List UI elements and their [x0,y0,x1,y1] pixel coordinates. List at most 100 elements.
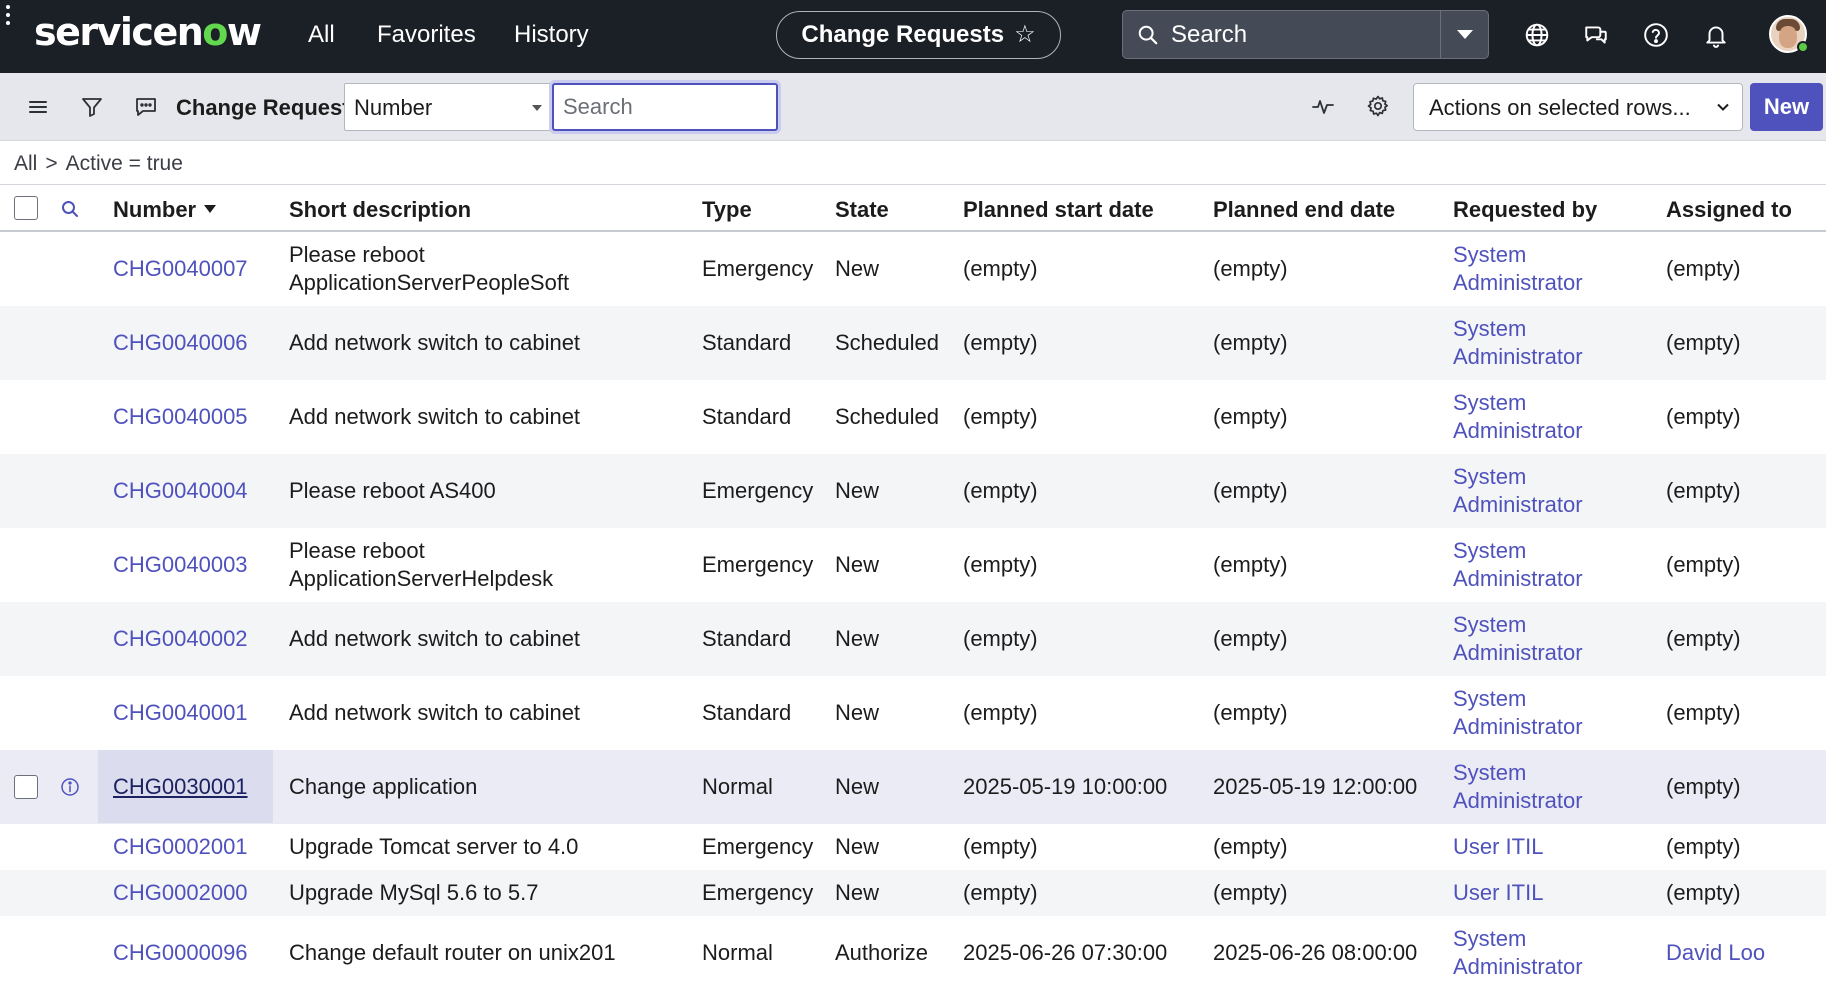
record-number-link[interactable]: CHG0000096 [113,939,248,967]
requested-by-link-line-2[interactable]: Administrator [1453,787,1583,815]
gear-icon[interactable] [1366,94,1390,118]
record-number-link[interactable]: CHG0040007 [113,255,248,283]
chat-icon[interactable] [1583,22,1609,48]
actions-select-value: Actions on selected rows... [1429,95,1691,120]
table-row[interactable]: CHG0040001 Add network switch to cabinet… [0,676,1826,750]
record-number-link[interactable]: CHG0040003 [113,551,248,579]
requested-by-link-line-2[interactable]: Administrator [1453,343,1583,371]
comment-icon[interactable] [134,95,158,119]
requested-by-link[interactable]: System [1453,925,1526,953]
context-title: Change Requests [801,21,1005,48]
requested-by-link[interactable]: System [1453,759,1526,787]
record-number-link[interactable]: CHG0040004 [113,477,248,505]
assigned-to-cell: (empty) [1666,552,1741,577]
table-row[interactable]: CHG0040003 Please reboot ApplicationServ… [0,528,1826,602]
requested-by-link[interactable]: System [1453,463,1526,491]
table-row[interactable]: CHG0040005 Add network switch to cabinet… [0,380,1826,454]
requested-by-link-line-2[interactable]: Administrator [1453,491,1583,519]
requested-by-link[interactable]: System [1453,611,1526,639]
column-header-short-description[interactable]: Short description [289,197,471,223]
nav-all[interactable]: All [308,20,335,50]
search-scope-dropdown[interactable] [1440,10,1489,59]
record-number-link[interactable]: CHG0040006 [113,329,248,357]
filter-icon[interactable] [80,95,104,119]
short-description: Add network switch to cabinet [289,404,581,429]
servicenow-logo[interactable]: servicenow [34,12,262,52]
table-row[interactable]: CHG0002000 Upgrade MySql 5.6 to 5.7 Emer… [0,870,1826,916]
more-menu-icon[interactable] [0,0,16,30]
record-number-link[interactable]: CHG0002000 [113,879,248,907]
breadcrumb-condition[interactable]: Active = true [66,151,183,177]
short-description: Change default router on unix201 [289,940,616,965]
nav-favorites[interactable]: Favorites [377,20,476,50]
activity-pulse-icon[interactable] [1311,94,1335,118]
table-row[interactable]: CHG0040006 Add network switch to cabinet… [0,306,1826,380]
column-search-icon[interactable] [60,199,80,219]
favorite-star-icon[interactable]: ☆ [1014,23,1036,47]
column-header-state[interactable]: State [835,197,889,223]
requested-by-link-line-2[interactable]: Administrator [1453,417,1583,445]
breadcrumb-all[interactable]: All [14,151,37,177]
requested-by-link-line-2[interactable]: Administrator [1453,953,1583,981]
column-header-type[interactable]: Type [702,197,752,223]
new-button[interactable]: New [1750,83,1823,131]
row-select-checkbox[interactable] [14,775,38,799]
column-header-planned-start-date[interactable]: Planned start date [963,197,1154,223]
table-row[interactable]: CHG0040002 Add network switch to cabinet… [0,602,1826,676]
record-number-link[interactable]: CHG0030001 [113,773,248,801]
search-icon [1138,25,1158,44]
list-search-input[interactable] [552,83,778,131]
change-requests-table: Number Short description Type State Plan… [0,185,1826,990]
requested-by-link[interactable]: System [1453,685,1526,713]
record-number-link[interactable]: CHG0040005 [113,403,248,431]
chevron-down-icon [1717,103,1729,111]
record-number-link[interactable]: CHG0040001 [113,699,248,727]
assigned-to-cell: (empty) [1666,330,1741,355]
breadcrumb: All > Active = true [14,151,183,177]
assigned-to-cell: (empty) [1666,774,1741,799]
column-header-number[interactable]: Number [113,197,217,223]
column-header-planned-end-date[interactable]: Planned end date [1213,197,1395,223]
requested-by-link-line-2[interactable]: Administrator [1453,713,1583,741]
table-row-hovered[interactable]: CHG0030001 Change application Normal New… [0,750,1826,824]
nav-history[interactable]: History [514,20,589,50]
search-field-select[interactable]: Number [344,83,551,131]
planned-start-cell: (empty) [963,700,1038,725]
search-field-value: Number [354,95,433,120]
bell-icon[interactable] [1703,22,1729,48]
actions-on-selected-rows-select[interactable]: Actions on selected rows... [1413,83,1743,131]
assigned-to-link[interactable]: David Loo [1666,939,1765,967]
table-row[interactable]: CHG0000096 Change default router on unix… [0,916,1826,990]
list-toolbar: Change Requests Number Actions on select… [0,73,1826,141]
requested-by-link[interactable]: User ITIL [1453,879,1543,907]
requested-by-link[interactable]: System [1453,241,1526,269]
requested-by-link[interactable]: System [1453,537,1526,565]
short-description: Add network switch to cabinet [289,330,581,355]
state-cell: New [835,478,880,503]
requested-by-link[interactable]: System [1453,389,1526,417]
requested-by-link-line-2[interactable]: Administrator [1453,269,1583,297]
requested-by-link[interactable]: System [1453,315,1526,343]
help-icon[interactable] [1643,22,1669,48]
column-header-assigned-to[interactable]: Assigned to [1666,197,1792,223]
hamburger-menu-icon[interactable] [26,95,50,119]
global-search-input[interactable]: Search [1122,10,1449,59]
table-row[interactable]: CHG0002001 Upgrade Tomcat server to 4.0 … [0,824,1826,870]
planned-start-cell: (empty) [963,330,1038,355]
requested-by-link[interactable]: User ITIL [1453,833,1543,861]
column-header-requested-by[interactable]: Requested by [1453,197,1597,223]
info-icon[interactable] [60,777,80,797]
record-number-link[interactable]: CHG0040002 [113,625,248,653]
planned-end-cell: (empty) [1213,256,1288,281]
context-title-pill[interactable]: Change Requests ☆ [776,11,1061,59]
table-row[interactable]: CHG0040007 Please reboot ApplicationServ… [0,232,1826,306]
globe-icon[interactable] [1524,22,1550,48]
table-row[interactable]: CHG0040004 Please reboot AS400 Emergency… [0,454,1826,528]
state-cell: New [835,552,880,577]
requested-by-link-line-2[interactable]: Administrator [1453,565,1583,593]
requested-by-link-line-2[interactable]: Administrator [1453,639,1583,667]
planned-start-cell: 2025-05-19 10:00:00 [963,774,1168,799]
record-number-link[interactable]: CHG0002001 [113,833,248,861]
short-description: Add network switch to cabinet [289,626,581,651]
select-all-checkbox[interactable] [14,196,38,220]
